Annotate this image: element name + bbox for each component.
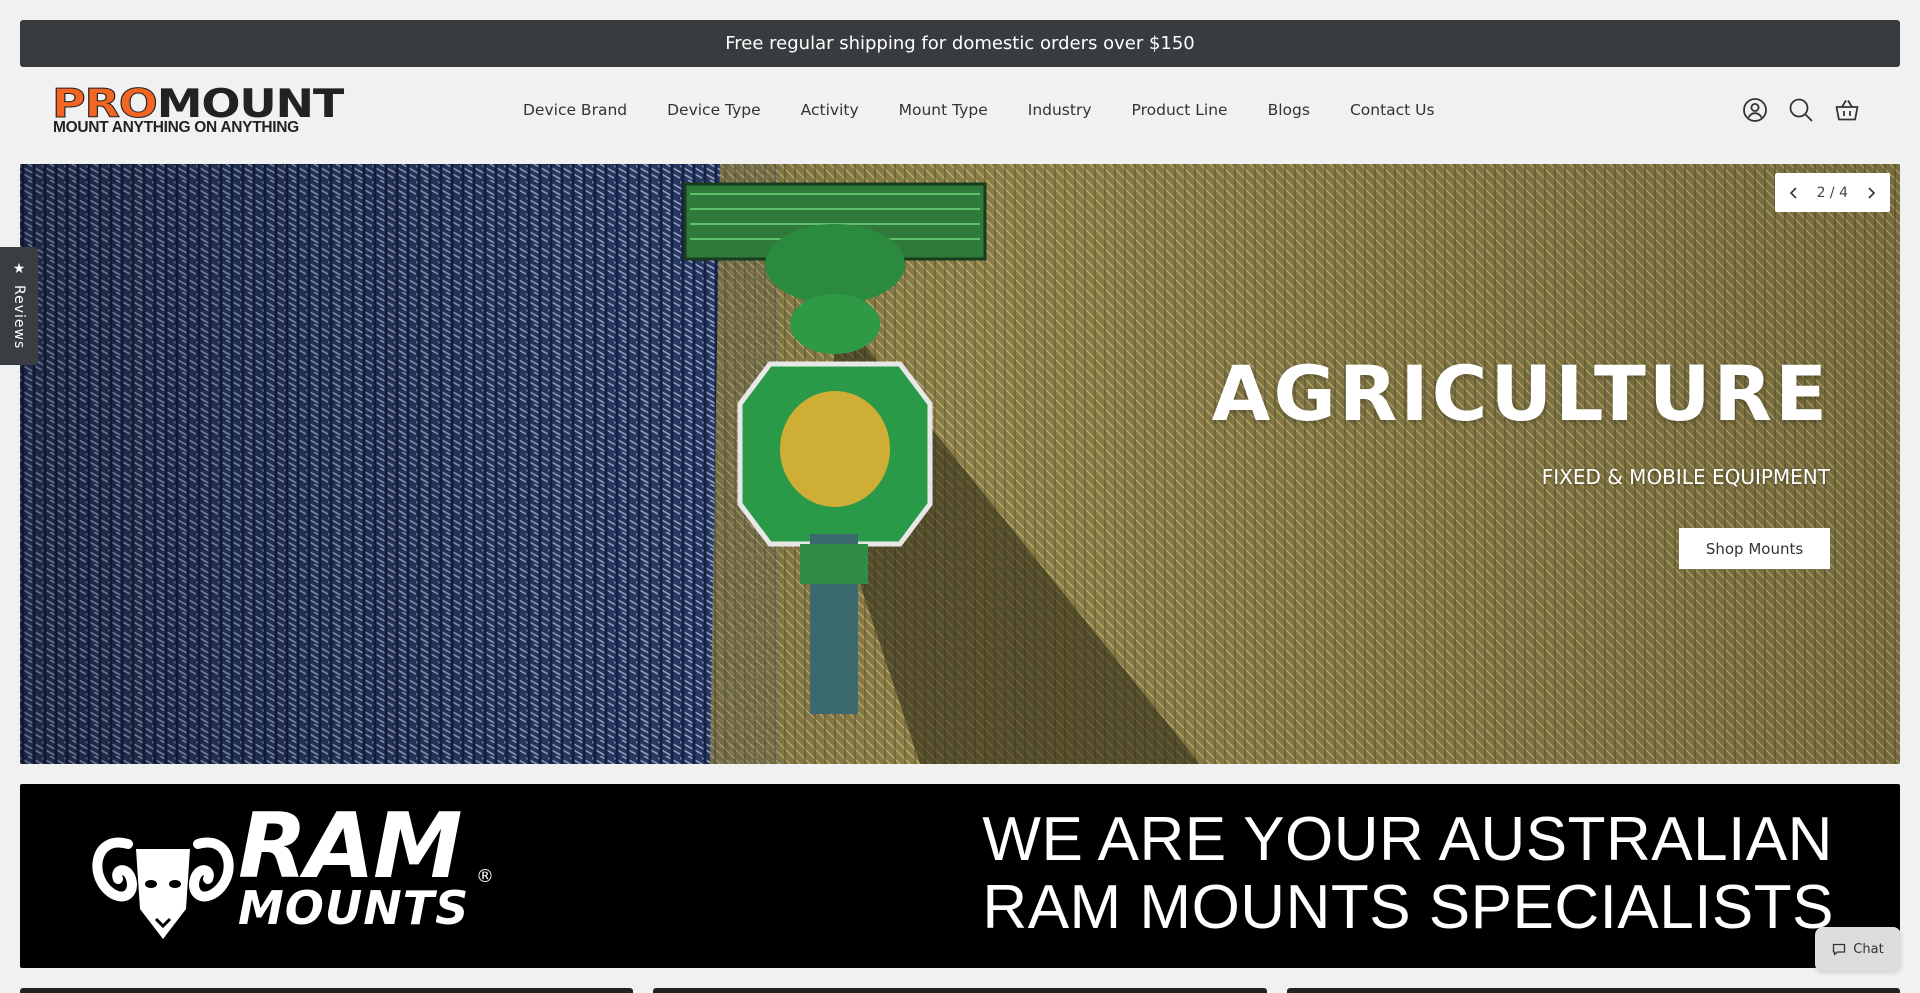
collection-card[interactable] <box>653 988 1267 993</box>
nav-device-brand[interactable]: Device Brand <box>523 101 627 119</box>
headline-line-1: WE ARE YOUR AUSTRALIAN <box>982 805 1833 874</box>
ram-mounts-banner[interactable]: RAM ® MOUNTS WE ARE YOUR AUSTRALIAN RAM … <box>20 784 1900 968</box>
nav-industry[interactable]: Industry <box>1028 101 1092 119</box>
hero-subtitle: FIXED & MOBILE EQUIPMENT <box>1541 465 1830 489</box>
chat-button[interactable]: Chat <box>1815 927 1901 972</box>
registered-mark: ® <box>476 866 494 887</box>
chevron-left-icon <box>1789 186 1797 199</box>
hero-title: AGRICULTURE <box>1211 349 1830 438</box>
main-nav: Device Brand Device Type Activity Mount … <box>523 67 1435 152</box>
chevron-right-icon <box>1868 186 1876 199</box>
ram-head-logo-icon <box>92 837 234 939</box>
page: Free regular shipping for domestic order… <box>0 0 1920 993</box>
slide-counter: 2 / 4 <box>1816 184 1848 201</box>
hero-slideshow: 2 / 4 AGRICULTURE FIXED & MOBILE EQUIPME… <box>20 164 1900 764</box>
search-icon[interactable] <box>1788 97 1814 123</box>
chat-bubble-icon <box>1833 943 1846 956</box>
shop-mounts-button[interactable]: Shop Mounts <box>1679 528 1830 569</box>
promount-logo[interactable]: PROMOUNT MOUNT ANYTHING ON ANYTHING <box>51 85 344 137</box>
reviews-tab[interactable]: ★ Reviews <box>0 247 38 365</box>
nav-product-line[interactable]: Product Line <box>1132 101 1228 119</box>
logo-tagline: MOUNT ANYTHING ON ANYTHING <box>53 119 299 136</box>
header-icons <box>1742 97 1860 123</box>
next-slide-button[interactable] <box>1852 173 1890 212</box>
prev-slide-button[interactable] <box>1775 173 1813 212</box>
ram-mounts-wordmark: MOUNTS <box>238 881 470 935</box>
collection-card[interactable] <box>1287 988 1900 993</box>
hero-image <box>20 164 1900 764</box>
ram-banner-headline: WE ARE YOUR AUSTRALIAN RAM MOUNTS SPECIA… <box>982 806 1834 942</box>
reviews-tab-label: Reviews <box>11 285 27 350</box>
nav-contact-us[interactable]: Contact Us <box>1350 101 1435 119</box>
collection-cards-peek <box>0 988 1920 993</box>
announcement-text: Free regular shipping for domestic order… <box>725 33 1195 54</box>
logo-wordmark: PROMOUNT <box>51 82 344 127</box>
nav-device-type[interactable]: Device Type <box>667 101 761 119</box>
star-icon: ★ <box>12 261 26 277</box>
nav-activity[interactable]: Activity <box>801 101 859 119</box>
announcement-bar: Free regular shipping for domestic order… <box>20 20 1900 67</box>
site-header: PROMOUNT MOUNT ANYTHING ON ANYTHING Devi… <box>0 67 1920 164</box>
ram-wordmark: RAM <box>238 794 463 899</box>
slideshow-pager: 2 / 4 <box>1774 173 1890 212</box>
cart-icon[interactable] <box>1834 97 1860 123</box>
account-icon[interactable] <box>1742 97 1768 123</box>
headline-line-2: RAM MOUNTS SPECIALISTS <box>982 873 1834 942</box>
chat-label: Chat <box>1853 942 1884 957</box>
nav-blogs[interactable]: Blogs <box>1268 101 1310 119</box>
collection-card[interactable] <box>20 988 633 993</box>
nav-mount-type[interactable]: Mount Type <box>899 101 988 119</box>
